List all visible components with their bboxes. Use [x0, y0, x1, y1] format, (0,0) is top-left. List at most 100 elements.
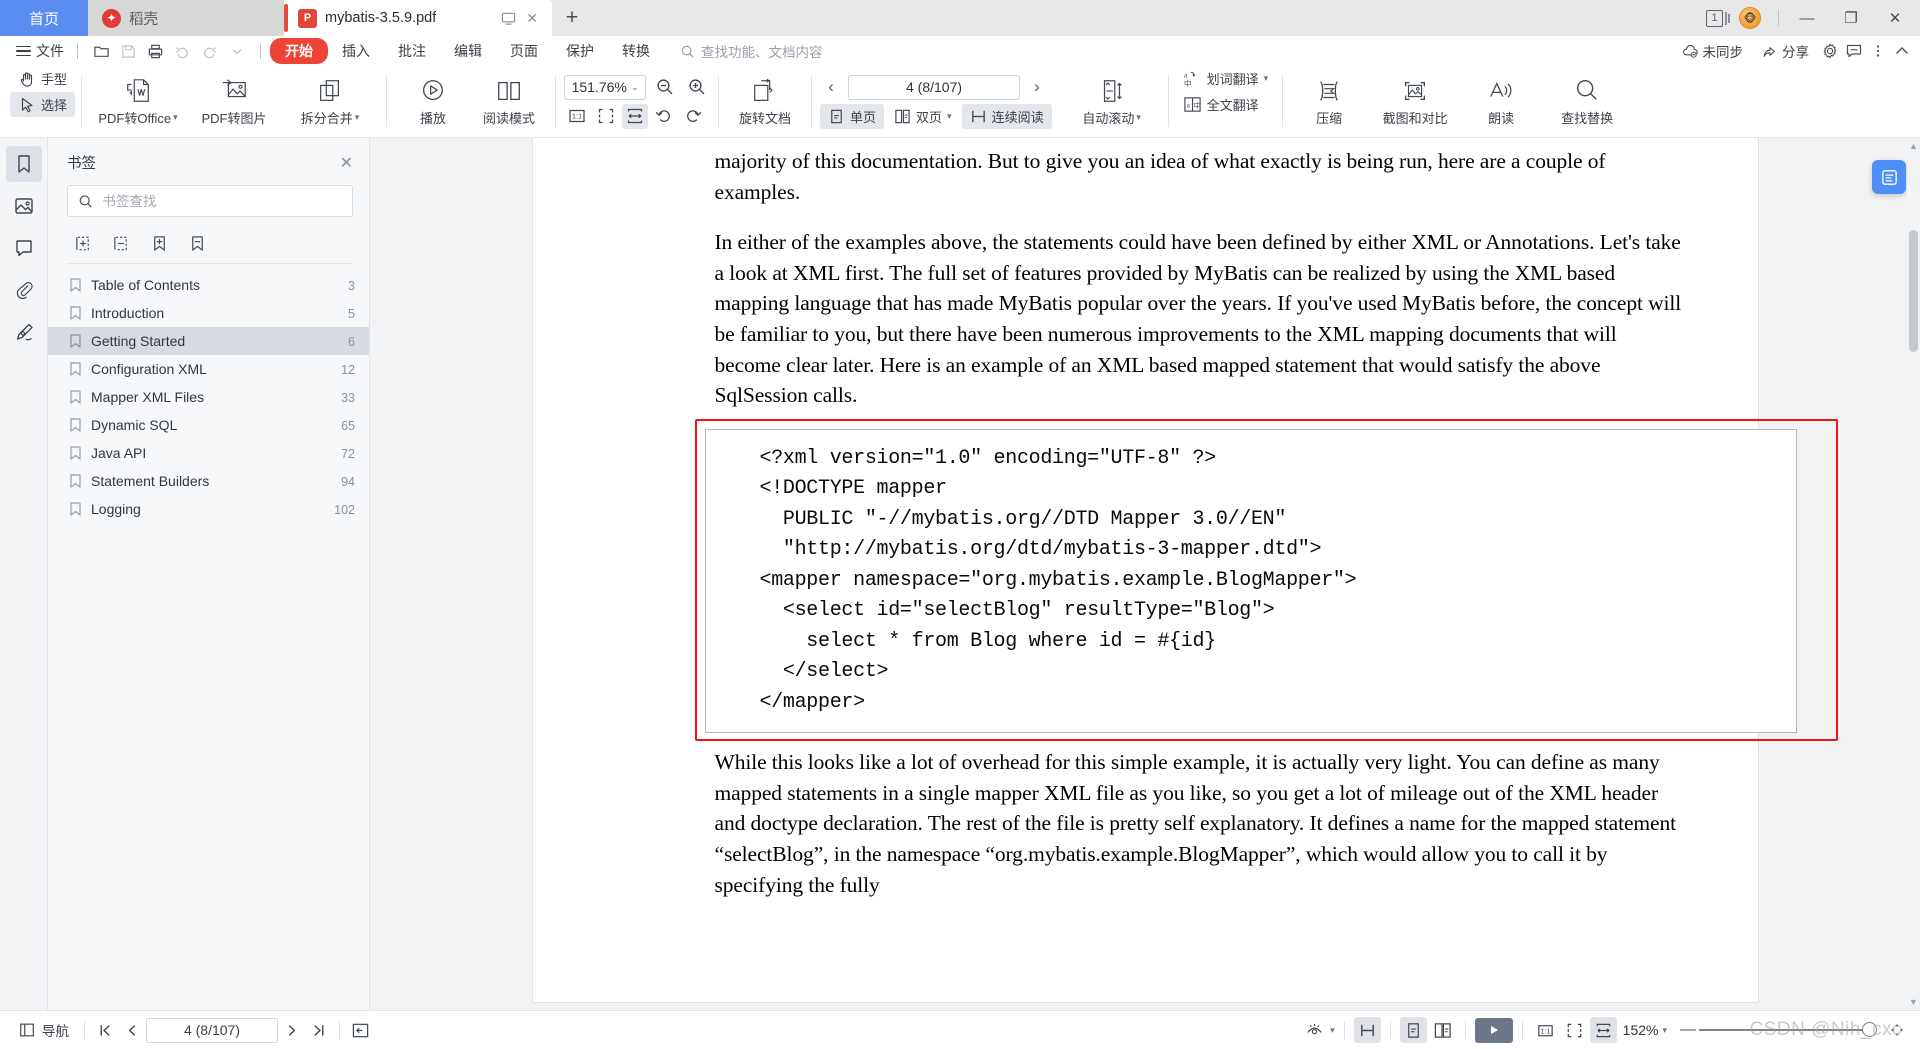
- tab-close-icon[interactable]: ✕: [526, 10, 538, 27]
- next-page-button[interactable]: [278, 1017, 305, 1043]
- tab-protect[interactable]: 保护: [552, 38, 608, 64]
- prev-page-button[interactable]: [119, 1017, 146, 1043]
- tab-insert[interactable]: 插入: [328, 38, 384, 64]
- first-page-button[interactable]: [92, 1017, 119, 1043]
- add-bookmark-icon[interactable]: [146, 231, 172, 255]
- gear-icon[interactable]: [1820, 41, 1840, 61]
- zoom-slider-track[interactable]: [1699, 1022, 1877, 1038]
- print-icon[interactable]: [143, 39, 168, 63]
- two-page-view-button[interactable]: [1429, 1017, 1456, 1043]
- scroll-down-arrow[interactable]: ▼: [1909, 997, 1918, 1007]
- single-page-button[interactable]: 单页: [820, 103, 885, 129]
- status-fit-width-button[interactable]: [1589, 1017, 1617, 1043]
- pdf-to-office-button[interactable]: PDF转Office ▾: [92, 69, 184, 135]
- comment-icon[interactable]: [1844, 41, 1864, 61]
- pdf-to-image-button[interactable]: PDF转图片: [188, 69, 280, 135]
- window-list-button[interactable]: 1: [1706, 9, 1731, 27]
- bookmark-item[interactable]: Mapper XML Files 33: [48, 383, 369, 411]
- rotate-right-icon[interactable]: [680, 104, 706, 129]
- fullscreen-button[interactable]: [1883, 1017, 1910, 1043]
- maximize-restore-button[interactable]: ❐: [1830, 1, 1872, 35]
- rail-thumbnails[interactable]: [6, 188, 42, 224]
- doc-tools-floating-button[interactable]: [1872, 160, 1906, 194]
- last-page-button[interactable]: [305, 1017, 332, 1043]
- eye-protection-button[interactable]: [1301, 1017, 1328, 1043]
- vertical-scrollbar[interactable]: ▲ ▼: [1907, 138, 1920, 1010]
- full-translate-button[interactable]: a中 全文翻译: [1175, 92, 1277, 117]
- collapse-ribbon-icon[interactable]: [1892, 41, 1912, 61]
- next-page-button[interactable]: ›: [1026, 75, 1048, 99]
- fit-page-icon[interactable]: [593, 104, 619, 129]
- tab-annotate[interactable]: 批注: [384, 38, 440, 64]
- back-arrow-button[interactable]: [347, 1017, 374, 1043]
- tab-monitor-icon[interactable]: [501, 11, 516, 26]
- remove-bookmark-box-icon[interactable]: [108, 231, 134, 255]
- rail-comments[interactable]: [6, 230, 42, 266]
- split-merge-button[interactable]: 拆分合并 ▾: [284, 69, 376, 135]
- single-page-view-button[interactable]: [1399, 1017, 1427, 1043]
- status-page-input[interactable]: 4 (8/107): [146, 1017, 278, 1043]
- undo-icon[interactable]: [170, 39, 195, 63]
- bookmark-item[interactable]: Logging 102: [48, 495, 369, 523]
- reading-mode-button[interactable]: 阅读模式: [473, 69, 545, 135]
- bookmark-item[interactable]: Table of Contents 3: [48, 271, 369, 299]
- new-tab-button[interactable]: +: [552, 0, 592, 36]
- hand-mode-button[interactable]: 手型: [10, 66, 75, 91]
- more-icon[interactable]: [1868, 41, 1888, 61]
- save-icon[interactable]: [116, 39, 141, 63]
- bookmark-item[interactable]: Java API 72: [48, 439, 369, 467]
- bookmark-item[interactable]: Dynamic SQL 65: [48, 411, 369, 439]
- zoom-out-icon[interactable]: [652, 75, 678, 100]
- global-search[interactable]: 查找功能、文档内容: [680, 41, 823, 61]
- user-avatar[interactable]: 🐵: [1739, 7, 1761, 29]
- tab-docer[interactable]: ✦ 稻壳: [88, 0, 284, 36]
- rail-attachments[interactable]: [6, 272, 42, 308]
- chevron-down-icon[interactable]: ▾: [1330, 1025, 1335, 1036]
- minimize-button[interactable]: —: [1786, 1, 1828, 35]
- select-mode-button[interactable]: 选择: [10, 92, 76, 117]
- bookmark-item[interactable]: Introduction 5: [48, 299, 369, 327]
- scroll-up-arrow[interactable]: ▲: [1909, 141, 1918, 151]
- rail-signature[interactable]: [6, 314, 42, 350]
- continuous-scroll-button[interactable]: [1353, 1017, 1381, 1043]
- zoom-level-select[interactable]: 151.76% ⌄: [564, 74, 647, 100]
- tab-home[interactable]: 首页: [0, 0, 88, 36]
- presentation-play-button[interactable]: [1474, 1017, 1513, 1043]
- read-aloud-button[interactable]: 朗读: [1465, 69, 1537, 135]
- tab-page[interactable]: 页面: [496, 38, 552, 64]
- zoom-slider[interactable]: —: [1677, 1021, 1877, 1039]
- customize-caret-icon[interactable]: [224, 39, 249, 63]
- scrollbar-thumb[interactable]: [1909, 230, 1918, 352]
- page-number-input[interactable]: 4 (8/107): [848, 74, 1021, 100]
- navigation-toggle-button[interactable]: 导航: [10, 1017, 77, 1043]
- share-button[interactable]: 分享: [1754, 38, 1816, 64]
- rotate-document-button[interactable]: 旋转文档: [729, 69, 801, 135]
- open-folder-icon[interactable]: [89, 39, 114, 63]
- bookmark-item-getting-started[interactable]: Getting Started 6: [48, 327, 369, 355]
- zoom-in-icon[interactable]: [684, 75, 710, 100]
- status-actual-size-button[interactable]: 1:1: [1532, 1017, 1559, 1043]
- rail-bookmarks[interactable]: [5, 146, 42, 182]
- add-bookmark-box-icon[interactable]: [70, 231, 96, 255]
- sync-status-button[interactable]: 未同步: [1675, 38, 1751, 64]
- pdf-viewer[interactable]: majority of this documentation. But to g…: [370, 138, 1920, 1010]
- tab-edit[interactable]: 编辑: [440, 38, 496, 64]
- bookmark-search-input[interactable]: [102, 193, 342, 209]
- status-fit-page-button[interactable]: [1561, 1017, 1588, 1043]
- rotate-left-icon[interactable]: [651, 104, 677, 129]
- find-replace-button[interactable]: 查找替换: [1541, 69, 1633, 135]
- continuous-read-button[interactable]: 连续阅读: [961, 103, 1052, 129]
- file-menu-button[interactable]: 文件: [8, 41, 72, 61]
- tab-start[interactable]: 开始: [270, 38, 328, 64]
- delete-bookmark-icon[interactable]: [184, 231, 210, 255]
- tab-mybatis-pdf[interactable]: P mybatis-3.5.9.pdf ✕: [284, 0, 552, 36]
- actual-size-icon[interactable]: 1:1: [564, 104, 590, 129]
- bookmark-item[interactable]: Statement Builders 94: [48, 467, 369, 495]
- zoom-slider-minus[interactable]: —: [1677, 1021, 1699, 1039]
- bookmark-item[interactable]: Configuration XML 12: [48, 355, 369, 383]
- fit-width-icon[interactable]: [622, 103, 649, 129]
- compress-button[interactable]: 压缩: [1293, 69, 1365, 135]
- close-window-button[interactable]: ✕: [1874, 1, 1916, 35]
- tab-convert[interactable]: 转换: [608, 38, 664, 64]
- close-panel-icon[interactable]: ✕: [340, 153, 353, 173]
